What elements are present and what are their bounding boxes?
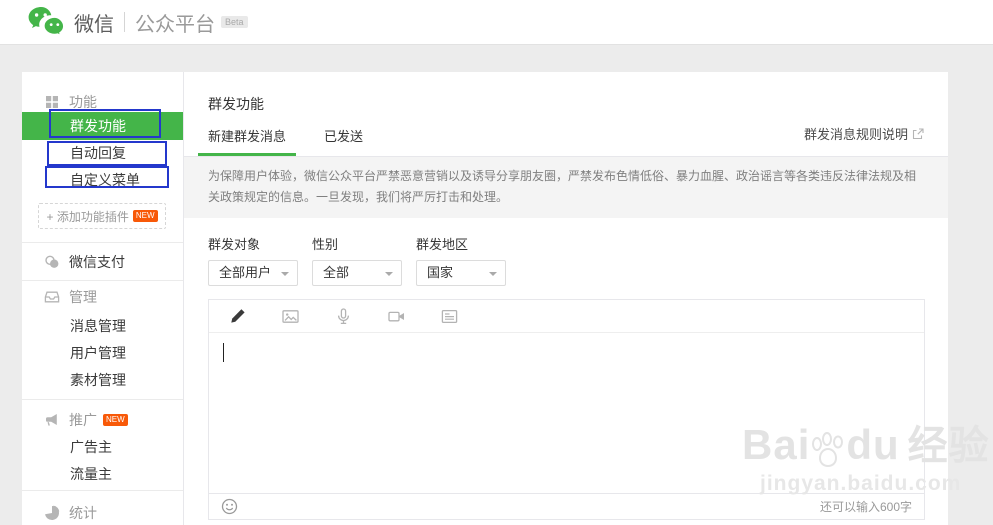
microphone-icon[interactable] [335,307,352,325]
image-icon[interactable] [282,308,299,325]
brand: 微信 公众平台 Beta [28,6,248,38]
brand-platform-label: 公众平台 [135,13,215,36]
tab-bar: 新建群发消息 已发送 群发消息规则说明 [184,126,948,157]
sidebar-item-mass-send[interactable]: 群发功能 [22,112,183,140]
chevron-down-icon [385,272,393,276]
grid-icon [46,96,58,108]
top-header: 微信 公众平台 Beta 服务号 未认证 退出 [0,0,993,45]
chevron-down-icon [281,272,289,276]
text-cursor [223,343,224,362]
sidebar-divider [22,399,183,400]
sidebar-item-user-manage[interactable]: 用户管理 [22,340,183,367]
brand-divider [124,12,125,32]
brand-wechat-label: 微信 [74,13,114,36]
main-panel: 群发功能 新建群发消息 已发送 群发消息规则说明 为保障用户体验，微信公众平台严… [183,72,948,525]
editor-text-area[interactable] [209,333,924,493]
new-badge: NEW [132,210,158,222]
new-badge: NEW [103,414,128,426]
target-select[interactable]: 全部用户 [208,260,298,286]
target-label: 群发对象 [208,237,261,252]
inbox-icon [44,291,60,303]
gender-select[interactable]: 全部 [312,260,402,286]
region-label: 群发地区 [416,237,469,252]
beta-badge: Beta [221,16,248,28]
mass-send-form: 群发对象 全部用户 性别 全部 群发地区 国家 [208,234,924,286]
wechat-mp-platform-screen: 微信 公众平台 Beta 服务号 未认证 退出 功能 群发功能 自动回复 [0,0,993,525]
sidebar-item-custom-menu[interactable]: 自定义菜单 [22,167,183,194]
rich-media-card-icon[interactable] [441,308,458,325]
emoji-icon[interactable] [221,498,238,515]
sidebar-item-wechat-pay[interactable]: 微信支付 [22,243,183,280]
editor-toolbar [209,300,924,333]
pie-chart-icon [45,505,60,520]
sidebar-item-traffic-owner[interactable]: 流量主 [22,461,183,488]
sidebar-divider [22,280,183,281]
sidebar-section-label: 统计 [69,505,97,521]
mass-message-rules-link[interactable]: 群发消息规则说明 [804,124,924,143]
megaphone-icon [46,414,57,426]
sidebar-section-label: 功能 [69,94,97,110]
gender-label: 性别 [312,237,339,252]
video-camera-icon[interactable] [388,308,405,325]
sidebar-section-label: 管理 [69,289,97,305]
sidebar-section-functions: 功能 [22,92,183,112]
coins-icon [45,255,59,268]
target-select-value: 全部用户 [219,265,272,280]
rules-link-label: 群发消息规则说明 [803,127,908,142]
sidebar-item-auto-reply[interactable]: 自动回复 [22,140,183,167]
external-link-icon [912,127,924,139]
editor-footer: 还可以输入600字 [209,493,924,519]
region-select-value: 国家 [427,265,454,280]
add-plugin-button[interactable]: + 添加功能插件 NEW [38,203,166,229]
tab-sent[interactable]: 已发送 [314,126,373,156]
region-select[interactable]: 国家 [416,260,506,286]
sidebar-section-label: 推广 [69,412,97,428]
char-counter: 还可以输入600字 [819,500,912,514]
sidebar-item-advertiser[interactable]: 广告主 [22,434,183,461]
sidebar-item-message-manage[interactable]: 消息管理 [22,313,183,340]
tab-new-mass-message[interactable]: 新建群发消息 [198,126,297,156]
sidebar-section-promotion: 推广 NEW [22,410,183,430]
page-title: 群发功能 [208,96,264,112]
text-pencil-icon[interactable] [229,308,246,325]
sidebar-section-stats: 统计 [22,503,183,523]
message-editor: 还可以输入600字 [208,299,925,520]
chevron-down-icon [489,272,497,276]
add-plugin-label: + 添加功能插件 [46,209,129,224]
sidebar: 功能 群发功能 自动回复 自定义菜单 + 添加功能插件 NEW 微信支付 管理 … [22,72,183,525]
sidebar-item-material-manage[interactable]: 素材管理 [22,367,183,394]
content-policy-notice: 为保障用户体验，微信公众平台严禁恶意营销以及诱导分享朋友圈，严禁发布色情低俗、暴… [184,157,948,218]
wechat-pay-label: 微信支付 [69,253,125,270]
gender-select-value: 全部 [323,265,350,280]
wechat-logo-icon [28,7,65,37]
sidebar-section-manage: 管理 [22,287,183,307]
sidebar-divider [22,490,183,491]
